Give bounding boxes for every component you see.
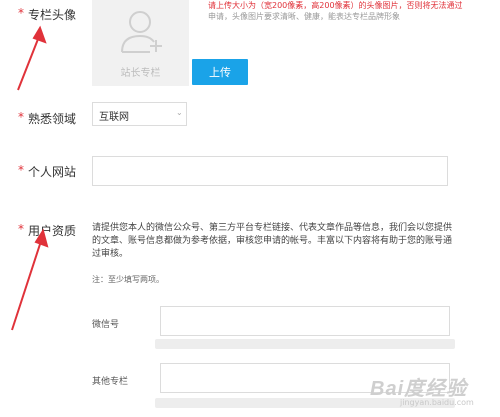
arrow-up-icon: [17, 25, 47, 91]
watermark-url: jingyan.baidu.com: [400, 398, 474, 407]
watermark-logo: Bai度经验: [370, 378, 468, 400]
arrow-up-icon: [11, 228, 49, 331]
annotation-arrows: [11, 25, 49, 331]
